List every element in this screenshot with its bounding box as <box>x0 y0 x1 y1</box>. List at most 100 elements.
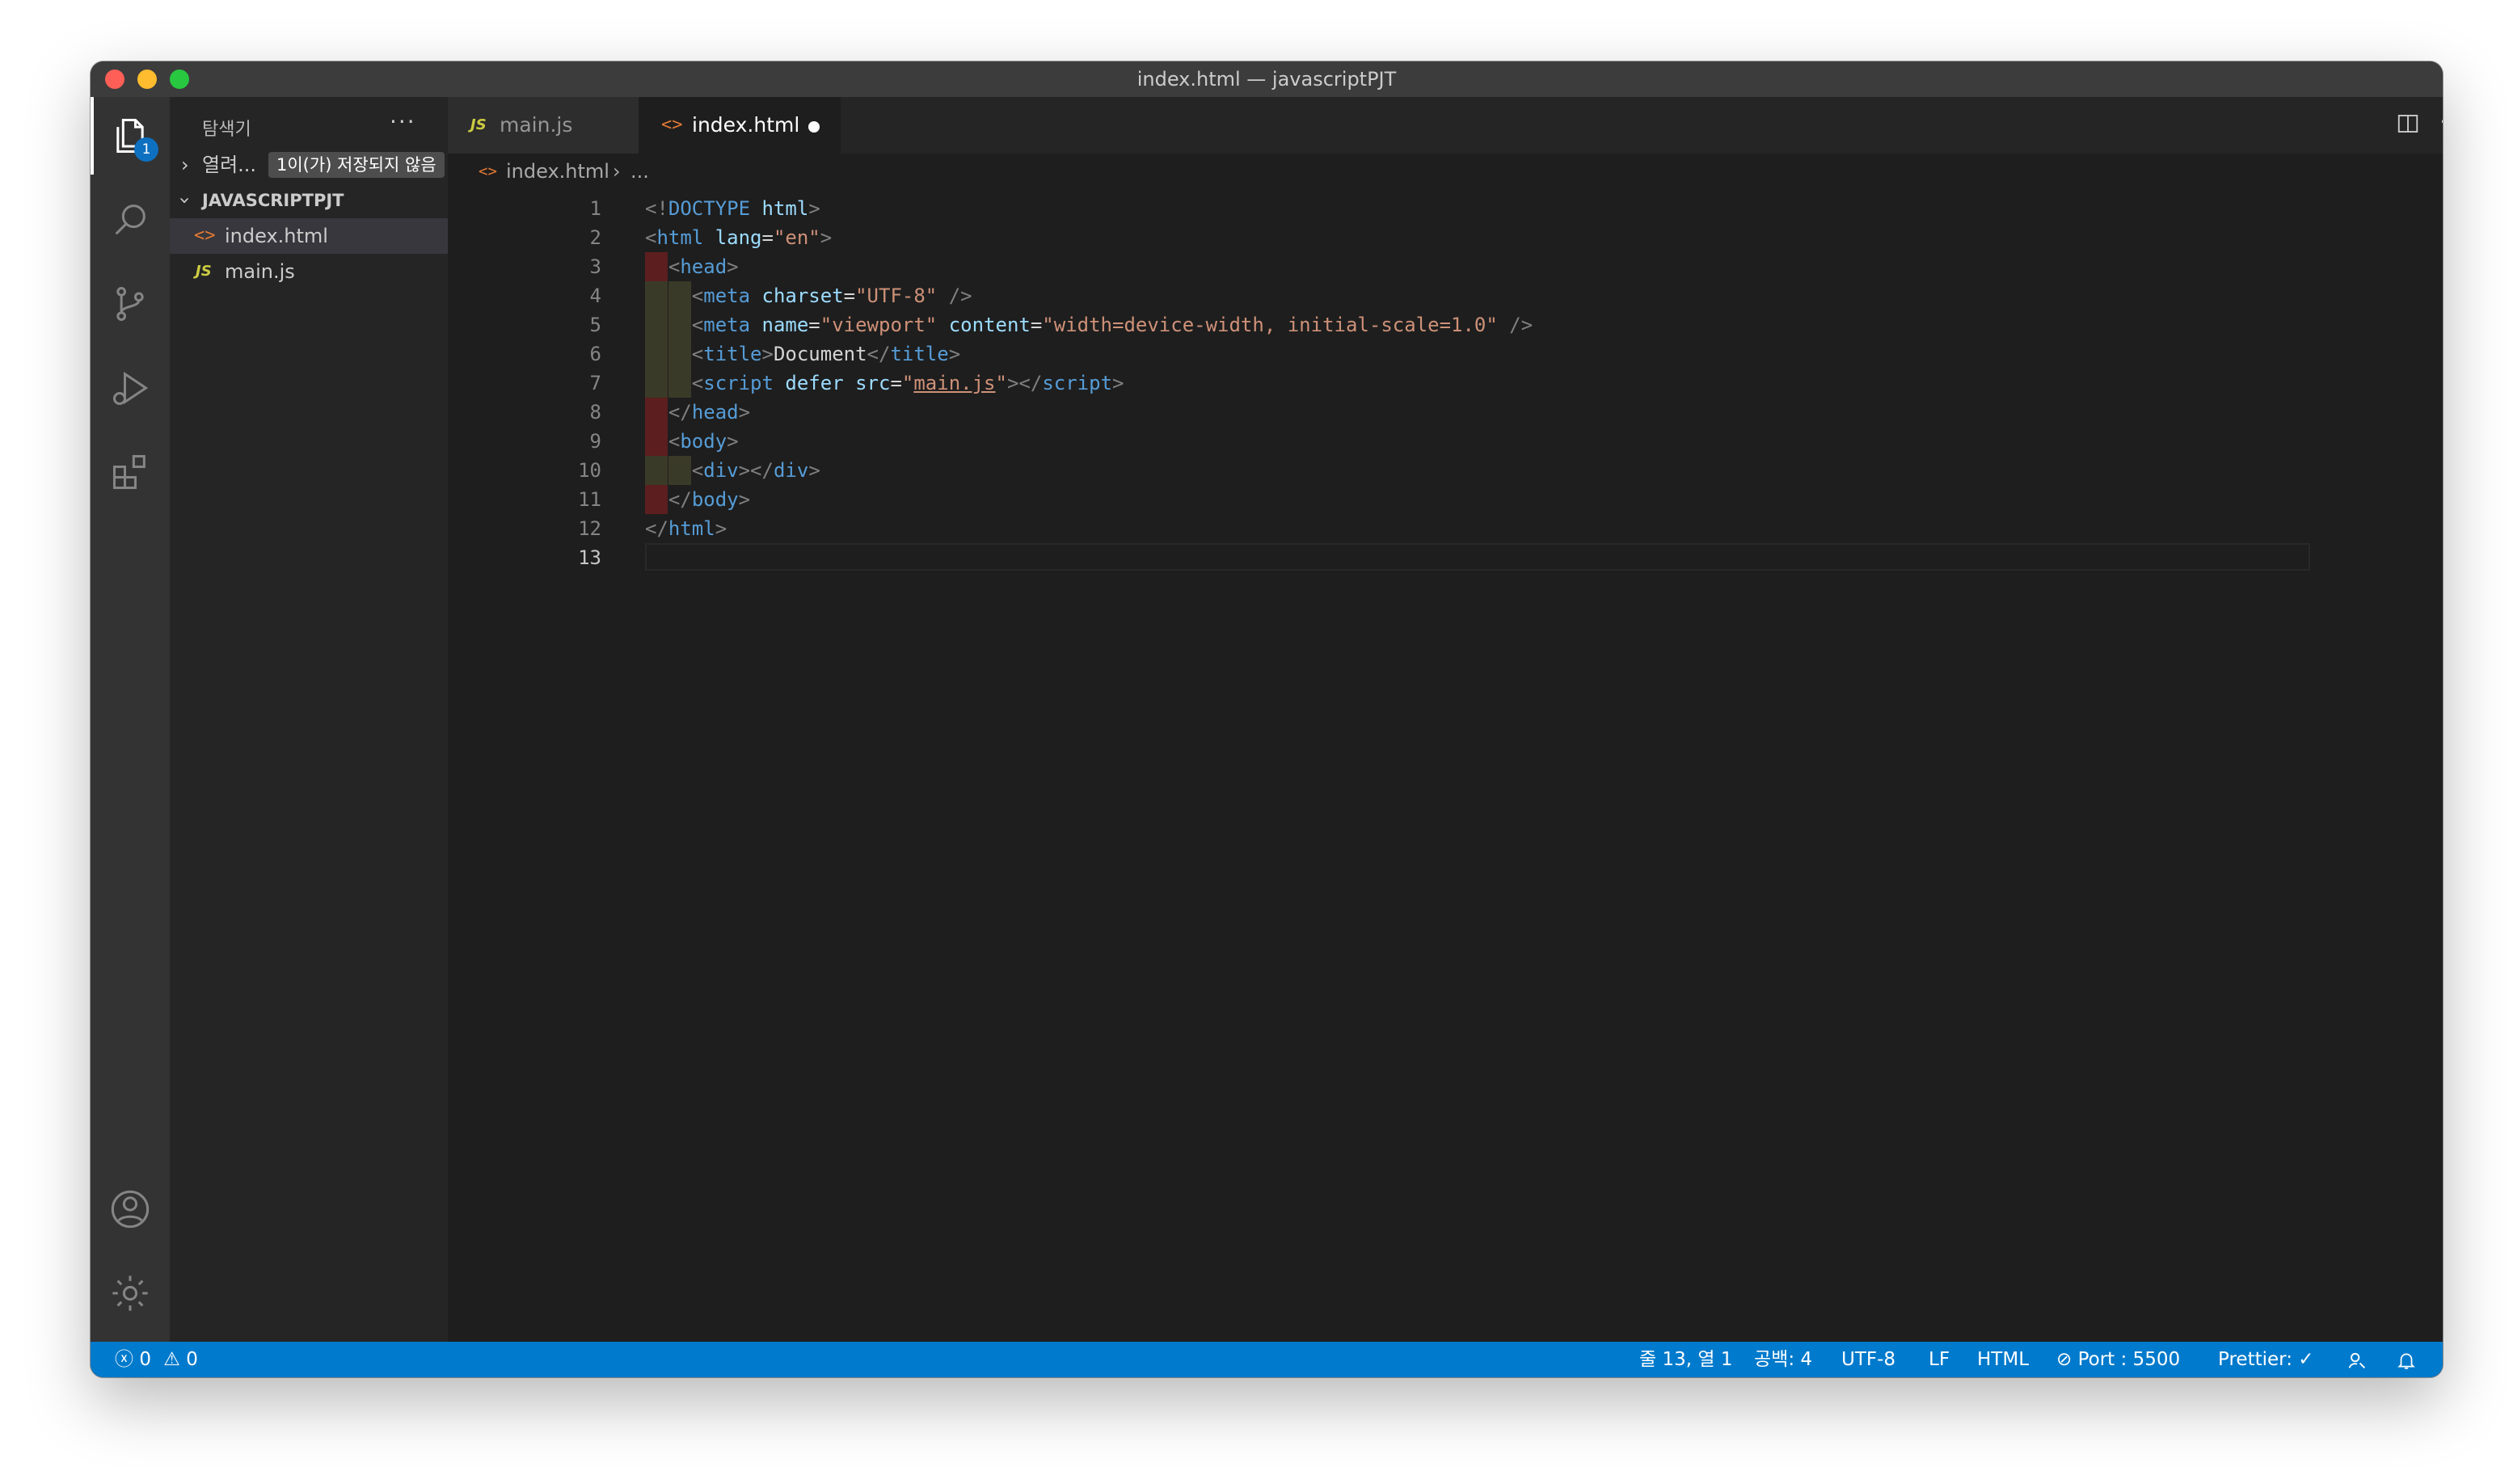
code-token: head <box>680 255 727 278</box>
code-line[interactable]: 10 <div></div> <box>448 456 2307 485</box>
code-line[interactable]: 13 <box>448 543 2310 572</box>
run-debug-icon <box>112 371 149 406</box>
code-token: html <box>668 517 715 540</box>
file-main-js[interactable]: JS main.js <box>170 254 448 289</box>
notifications-button[interactable] <box>2396 1342 2417 1377</box>
code-token: > <box>948 343 961 365</box>
extensions-button[interactable] <box>91 433 170 511</box>
tab-index-html[interactable]: <> index.html <box>639 97 841 154</box>
code-token: < <box>691 459 704 482</box>
code-token: </ <box>668 401 692 424</box>
error-count: 0 <box>139 1349 151 1370</box>
code-token: < <box>668 430 681 453</box>
line-number: 9 <box>589 430 601 453</box>
code-token: "en" <box>773 226 820 249</box>
code-text: <script defer src="main.js"></script> <box>645 369 1124 398</box>
code-line[interactable]: 3 <head> <box>448 252 2307 281</box>
line-number: 2 <box>589 226 601 249</box>
encoding-status[interactable]: UTF-8 <box>1841 1342 1895 1377</box>
code-token: /> <box>937 285 972 307</box>
explorer-title: 탐색기 <box>202 120 251 140</box>
account-icon <box>111 1190 150 1229</box>
line-number: 7 <box>589 372 601 394</box>
accounts-button[interactable] <box>91 1170 170 1248</box>
editor-tab-bar: JS main.js <> index.html ··· <box>448 97 2443 154</box>
code-line[interactable]: 2 <html lang="en"> <box>448 223 2307 252</box>
language-mode[interactable]: HTML <box>1977 1342 2029 1377</box>
code-text: <head> <box>645 252 739 281</box>
code-token: lang <box>703 226 762 249</box>
source-control-button[interactable] <box>91 265 170 343</box>
code-token: content <box>937 314 1031 336</box>
manage-button[interactable] <box>91 1254 170 1332</box>
breadcrumb: <> index.html › ... <box>448 154 2388 189</box>
code-token: html <box>750 197 809 220</box>
eol-status[interactable]: LF <box>1929 1342 1950 1377</box>
html-file-icon: <> <box>661 115 683 135</box>
project-name: JAVASCRIPTPJT <box>202 191 344 210</box>
code-editor[interactable]: 1 <!DOCTYPE html> 2 <html lang="en"> 3 <head… <box>448 189 2443 1342</box>
code-token: /> <box>1497 314 1533 336</box>
cursor-position[interactable]: 줄 13, 열 1 <box>1639 1342 1732 1377</box>
code-text: </html> <box>645 514 727 543</box>
warning-icon: ⚠ <box>163 1349 180 1370</box>
code-line[interactable]: 9 <body> <box>448 427 2307 456</box>
bell-icon <box>2397 1353 2415 1369</box>
code-token: div <box>773 459 809 482</box>
live-server-port[interactable]: ⊘ Port : 5500 <box>2056 1342 2180 1377</box>
prettier-status[interactable]: Prettier: ✓ <box>2218 1342 2314 1377</box>
breadcrumb-file[interactable]: index.html <box>506 154 609 189</box>
code-token: > <box>727 430 739 453</box>
code-token: < <box>691 372 704 394</box>
code-token: > <box>715 517 727 540</box>
editor-more-button[interactable]: ··· <box>2439 108 2443 135</box>
code-token: main.js <box>913 372 996 394</box>
line-number: 3 <box>589 255 601 278</box>
code-line[interactable]: 7 <script defer src="main.js"></script> <box>448 369 2307 398</box>
title-bar: index.html — javascriptPJT <box>91 61 2443 97</box>
code-line[interactable]: 8 </head> <box>448 398 2307 427</box>
tab-main-js[interactable]: JS main.js <box>448 97 639 154</box>
breadcrumb-ellipsis[interactable]: ... <box>630 154 649 189</box>
code-line[interactable]: 1 <!DOCTYPE html> <box>448 194 2307 223</box>
split-editor-button[interactable] <box>2396 112 2420 141</box>
open-editors-label: 열려... <box>202 154 257 176</box>
source-control-icon <box>116 286 144 322</box>
code-line[interactable]: 12 </html> <box>448 514 2307 543</box>
code-line[interactable]: 5 <meta name="viewport" content="width=d… <box>448 310 2307 339</box>
code-line[interactable]: 4 <meta charset="UTF-8" /> <box>448 281 2307 310</box>
tab-label: main.js <box>500 113 573 137</box>
code-token: src <box>843 372 891 394</box>
indentation-status[interactable]: 공백: 4 <box>1754 1342 1812 1377</box>
html-file-icon: <> <box>194 226 216 246</box>
line-number: 5 <box>589 314 601 336</box>
run-debug-button[interactable] <box>91 349 170 427</box>
activity-bar: 1 <box>91 97 170 1342</box>
active-indicator <box>91 97 94 175</box>
explorer-more-button[interactable]: ··· <box>390 108 416 135</box>
line-number: 1 <box>589 197 601 220</box>
code-token: Document <box>773 343 867 365</box>
problems-indicator[interactable]: ⓧ 0 ⚠ 0 <box>115 1342 198 1377</box>
project-folder-section[interactable]: › JAVASCRIPTPJT <box>170 183 448 218</box>
warning-count: 0 <box>186 1349 198 1370</box>
breadcrumb-separator-icon: › <box>613 160 621 183</box>
code-token: < <box>691 343 704 365</box>
code-token: > <box>1112 372 1124 394</box>
explorer-button[interactable]: 1 <box>91 97 170 175</box>
code-line[interactable]: 11 </body> <box>448 485 2307 514</box>
html-file-icon: <> <box>479 162 497 180</box>
code-token: > <box>761 343 774 365</box>
split-editor-icon <box>2397 115 2418 133</box>
code-line[interactable]: 6 <title>Document</title> <box>448 339 2307 369</box>
file-name: main.js <box>225 260 295 283</box>
file-index-html[interactable]: <> index.html <box>170 218 448 254</box>
open-editors-section[interactable]: › 열려... 1이(가) 저장되지 않음 <box>170 147 448 183</box>
unsaved-dot-icon[interactable] <box>808 121 820 133</box>
feedback-button[interactable] <box>2346 1342 2368 1377</box>
code-token: </ <box>867 343 891 365</box>
search-button[interactable] <box>91 181 170 259</box>
